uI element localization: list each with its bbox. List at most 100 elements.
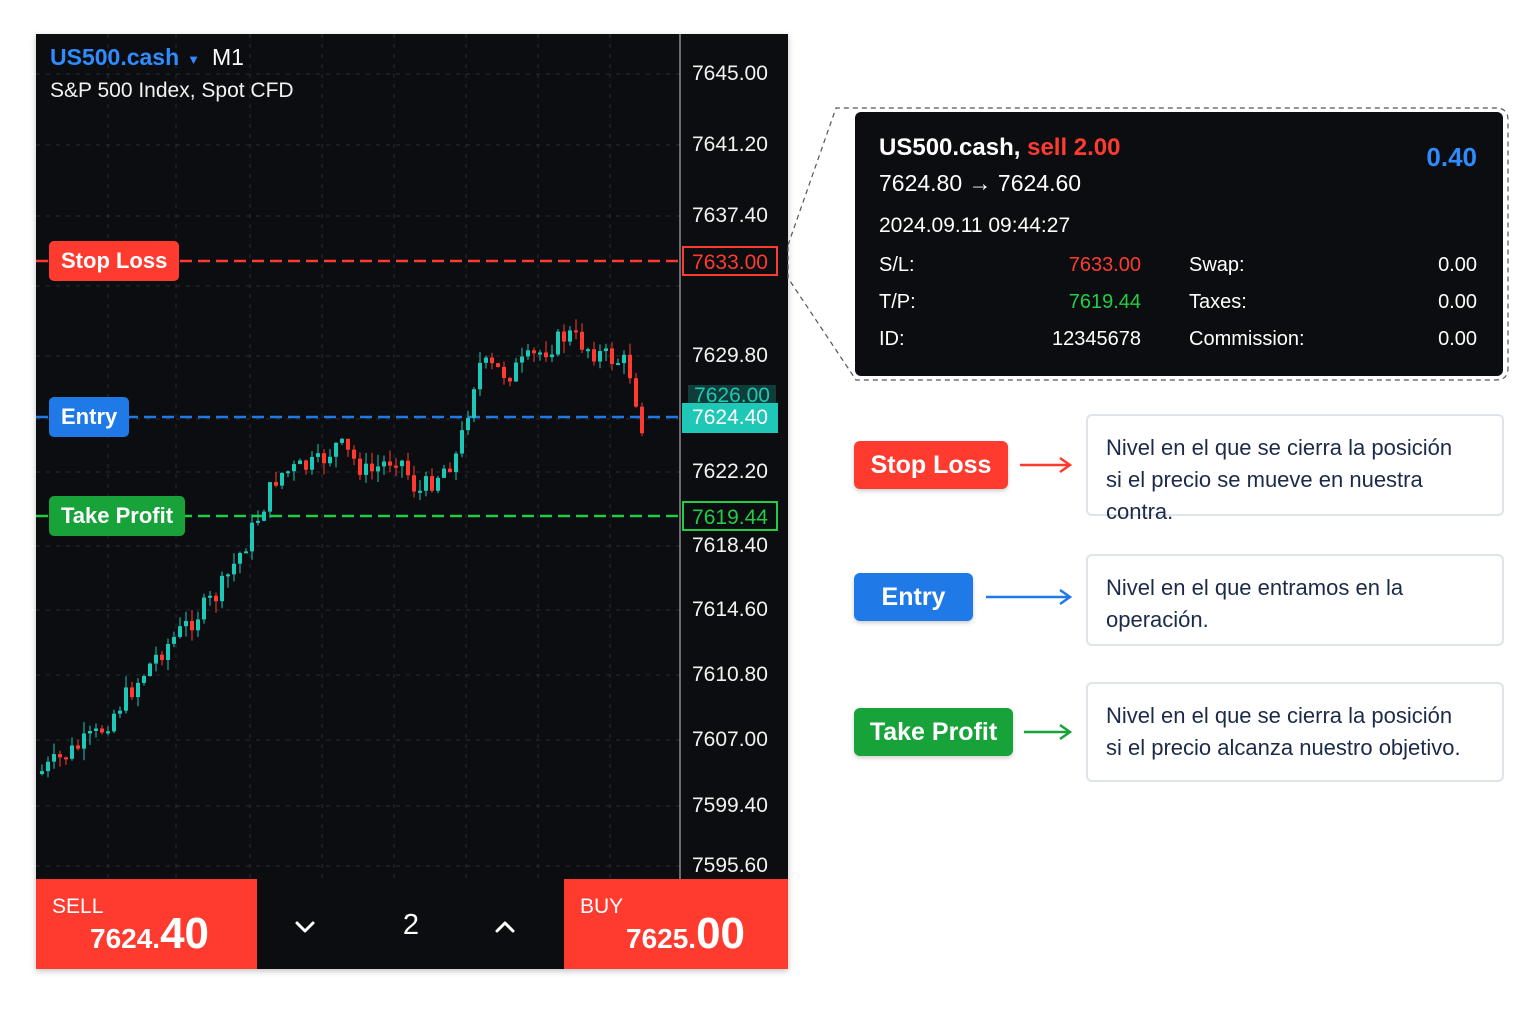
timeframe-label[interactable]: M1 [212, 44, 244, 71]
popup-row-sl: S/L: 7633.00 Swap: 0.00 [879, 254, 1477, 284]
candle-body [550, 354, 554, 358]
candlestick-chart[interactable] [36, 34, 788, 879]
position-profit: 0.40 [1426, 142, 1477, 172]
legend-entry-badge: Entry [854, 573, 973, 621]
stop-loss-line-label[interactable]: Stop Loss [49, 241, 180, 281]
candle-body [430, 476, 434, 491]
candle-body [262, 511, 266, 521]
candle-body [418, 490, 422, 493]
axis-label: 7618.40 [692, 534, 768, 557]
price-chart-panel[interactable]: US500.cash ▼ M1 S&P 500 Index, Spot CFD … [36, 34, 788, 969]
tp-value: 7619.44 [1068, 291, 1141, 313]
candle-body [346, 438, 350, 450]
quantity-value[interactable]: 2 [391, 909, 431, 942]
candle-body [274, 482, 278, 486]
sell-button[interactable]: SELL 7624.40 [36, 879, 257, 969]
chevron-up-icon[interactable] [485, 907, 525, 947]
candle-body [280, 472, 284, 486]
commission-value: 0.00 [1438, 328, 1477, 350]
candle-body [238, 552, 242, 564]
candle-body [442, 468, 446, 478]
candle-body [52, 754, 56, 762]
candle-body [292, 464, 296, 472]
axis-label: 7645.00 [692, 62, 768, 85]
candle-body [286, 471, 290, 474]
candle-body [166, 643, 170, 661]
candle-body [100, 728, 104, 733]
axis-label: 7641.20 [692, 133, 768, 156]
candle-body [400, 460, 404, 467]
candle-body [40, 771, 44, 774]
buy-price-main: 7625. [626, 923, 697, 954]
candle-body [352, 449, 356, 459]
axis-label: 7607.00 [692, 728, 768, 751]
candle-body [520, 356, 524, 363]
candle-body [574, 330, 578, 333]
commission-key: Commission: [1189, 328, 1305, 350]
candle-body [178, 626, 182, 637]
candle-body [136, 682, 140, 698]
candle-body [316, 453, 320, 457]
legend-line: Nivel en el que se cierra la posición [1106, 703, 1453, 728]
chevron-down-icon[interactable] [285, 907, 325, 947]
symbol-name[interactable]: US500.cash [50, 44, 179, 71]
buy-price: 7625.00 [626, 909, 745, 959]
trade-bar: SELL 7624.40 2 BUY 7625.00 [36, 879, 788, 969]
symbol-dropdown-icon[interactable]: ▼ [187, 52, 200, 67]
candle-body [82, 733, 86, 749]
candle-body [250, 522, 254, 552]
candle-body [268, 482, 272, 512]
candle-body [472, 389, 476, 418]
candle-body [454, 453, 458, 473]
candle-body [604, 348, 608, 352]
legend-line: si el precio alcanza nuestro objetivo. [1106, 735, 1461, 760]
candle-body [370, 463, 374, 472]
candle-body [460, 430, 464, 454]
candle-body [76, 745, 80, 749]
stop-loss-price-tag: 7633.00 [682, 246, 778, 276]
candle-body [232, 563, 236, 575]
candle-body [220, 575, 224, 602]
candle-body [640, 406, 644, 434]
candle-body [172, 636, 176, 644]
taxes-key: Taxes: [1189, 291, 1247, 313]
candle-body [304, 460, 308, 470]
legend-stop-loss-badge: Stop Loss [854, 441, 1008, 489]
entry-line-label[interactable]: Entry [49, 397, 130, 437]
candle-body [148, 663, 152, 677]
candle-body [334, 442, 338, 457]
popup-row-tp: T/P: 7619.44 Taxes: 0.00 [879, 291, 1477, 321]
candle-body [94, 728, 98, 731]
candle-body [142, 676, 146, 683]
candle-body [466, 417, 470, 431]
axis-label: 7599.40 [692, 794, 768, 817]
candle-body [340, 438, 344, 443]
axis-label: 7595.60 [692, 854, 768, 877]
take-profit-line-label[interactable]: Take Profit [49, 496, 186, 536]
candle-body [310, 456, 314, 470]
candle-body [394, 465, 398, 468]
candle-body [358, 458, 362, 475]
position-details-popup[interactable]: US500.cash, sell 2.00 0.40 7624.80 → 762… [855, 112, 1503, 376]
candle-body [88, 730, 92, 734]
candle-body [190, 620, 194, 631]
axis-label: 7629.80 [692, 344, 768, 367]
candle-body [634, 378, 638, 407]
candle-body [622, 354, 626, 364]
candle-body [610, 348, 614, 365]
buy-button[interactable]: BUY 7625.00 [564, 879, 788, 969]
candle-body [130, 687, 134, 698]
candle-body [118, 710, 122, 714]
swap-value: 0.00 [1438, 254, 1477, 276]
candle-body [484, 357, 488, 363]
legend-take-profit-badge: Take Profit [854, 708, 1013, 756]
axis-label: 7614.60 [692, 598, 768, 621]
candle-body [508, 377, 512, 382]
candle-body [214, 595, 218, 602]
candle-body [160, 654, 164, 661]
candle-body [46, 761, 50, 772]
candle-body [616, 363, 620, 366]
legend-line: Nivel en el que se cierra la posición [1106, 435, 1453, 460]
sl-key: S/L: [879, 254, 915, 276]
candle-body [322, 453, 326, 464]
